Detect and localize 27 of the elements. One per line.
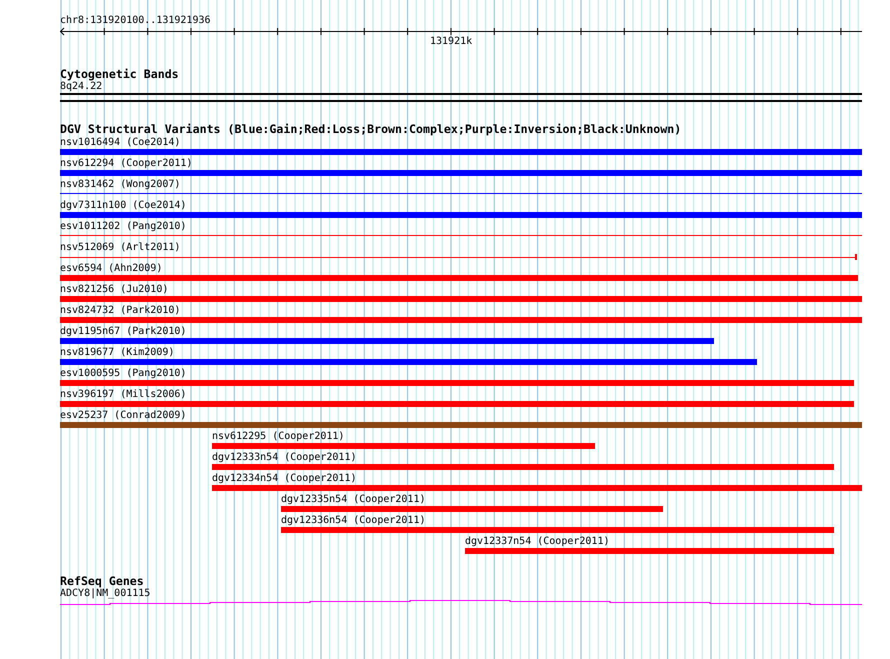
feature-label: nsv612294 (Cooper2011) xyxy=(60,157,192,170)
feature-label: nsv821256 (Ju2010) xyxy=(60,283,168,296)
feature-label: dgv12337n54 (Cooper2011) xyxy=(465,535,610,548)
feature-label: esv1011202 (Pang2010) xyxy=(60,220,186,233)
feature-label: nsv819677 (Kim2009) xyxy=(60,346,174,359)
feature-label: esv25237 (Conrad2009) xyxy=(60,409,186,422)
feature-label: dgv7311n100 (Coe2014) xyxy=(60,199,186,212)
ruler-label: 131921k xyxy=(430,36,472,48)
track-title: DGV Structural Variants (Blue:Gain;Red:Loss;Brown:Complex;Purple:Inversion;Black:Unknown) xyxy=(60,123,682,136)
feature-label: dgv12334n54 (Cooper2011) xyxy=(212,472,356,485)
feature-label: dgv12336n54 (Cooper2011) xyxy=(281,514,426,527)
feature-label: nsv1016494 (Coe2014) xyxy=(60,136,180,149)
position-label: chr8:131920100..131921936 xyxy=(60,15,211,27)
gene-label: ADCY8|NM_001115 xyxy=(60,588,150,600)
band-label: 8q24.22 xyxy=(60,81,102,93)
feature-label: dgv1195n67 (Park2010) xyxy=(60,325,186,338)
feature-label: esv6594 (Ahn2009) xyxy=(60,262,162,275)
feature-label: nsv512069 (Arlt2011) xyxy=(60,241,180,254)
track-title: Cytogenetic Bands xyxy=(60,68,179,81)
feature-label: nsv831462 (Wong2007) xyxy=(60,178,180,191)
feature-label: nsv612295 (Cooper2011) xyxy=(212,430,344,443)
track-title: RefSeq Genes xyxy=(60,575,144,588)
feature-label: nsv396197 (Mills2006) xyxy=(60,388,186,401)
feature-label: nsv824732 (Park2010) xyxy=(60,304,180,317)
feature-label: esv1000595 (Pang2010) xyxy=(60,367,186,380)
feature-label: dgv12335n54 (Cooper2011) xyxy=(281,493,426,506)
feature-label: dgv12333n54 (Cooper2011) xyxy=(212,451,356,464)
